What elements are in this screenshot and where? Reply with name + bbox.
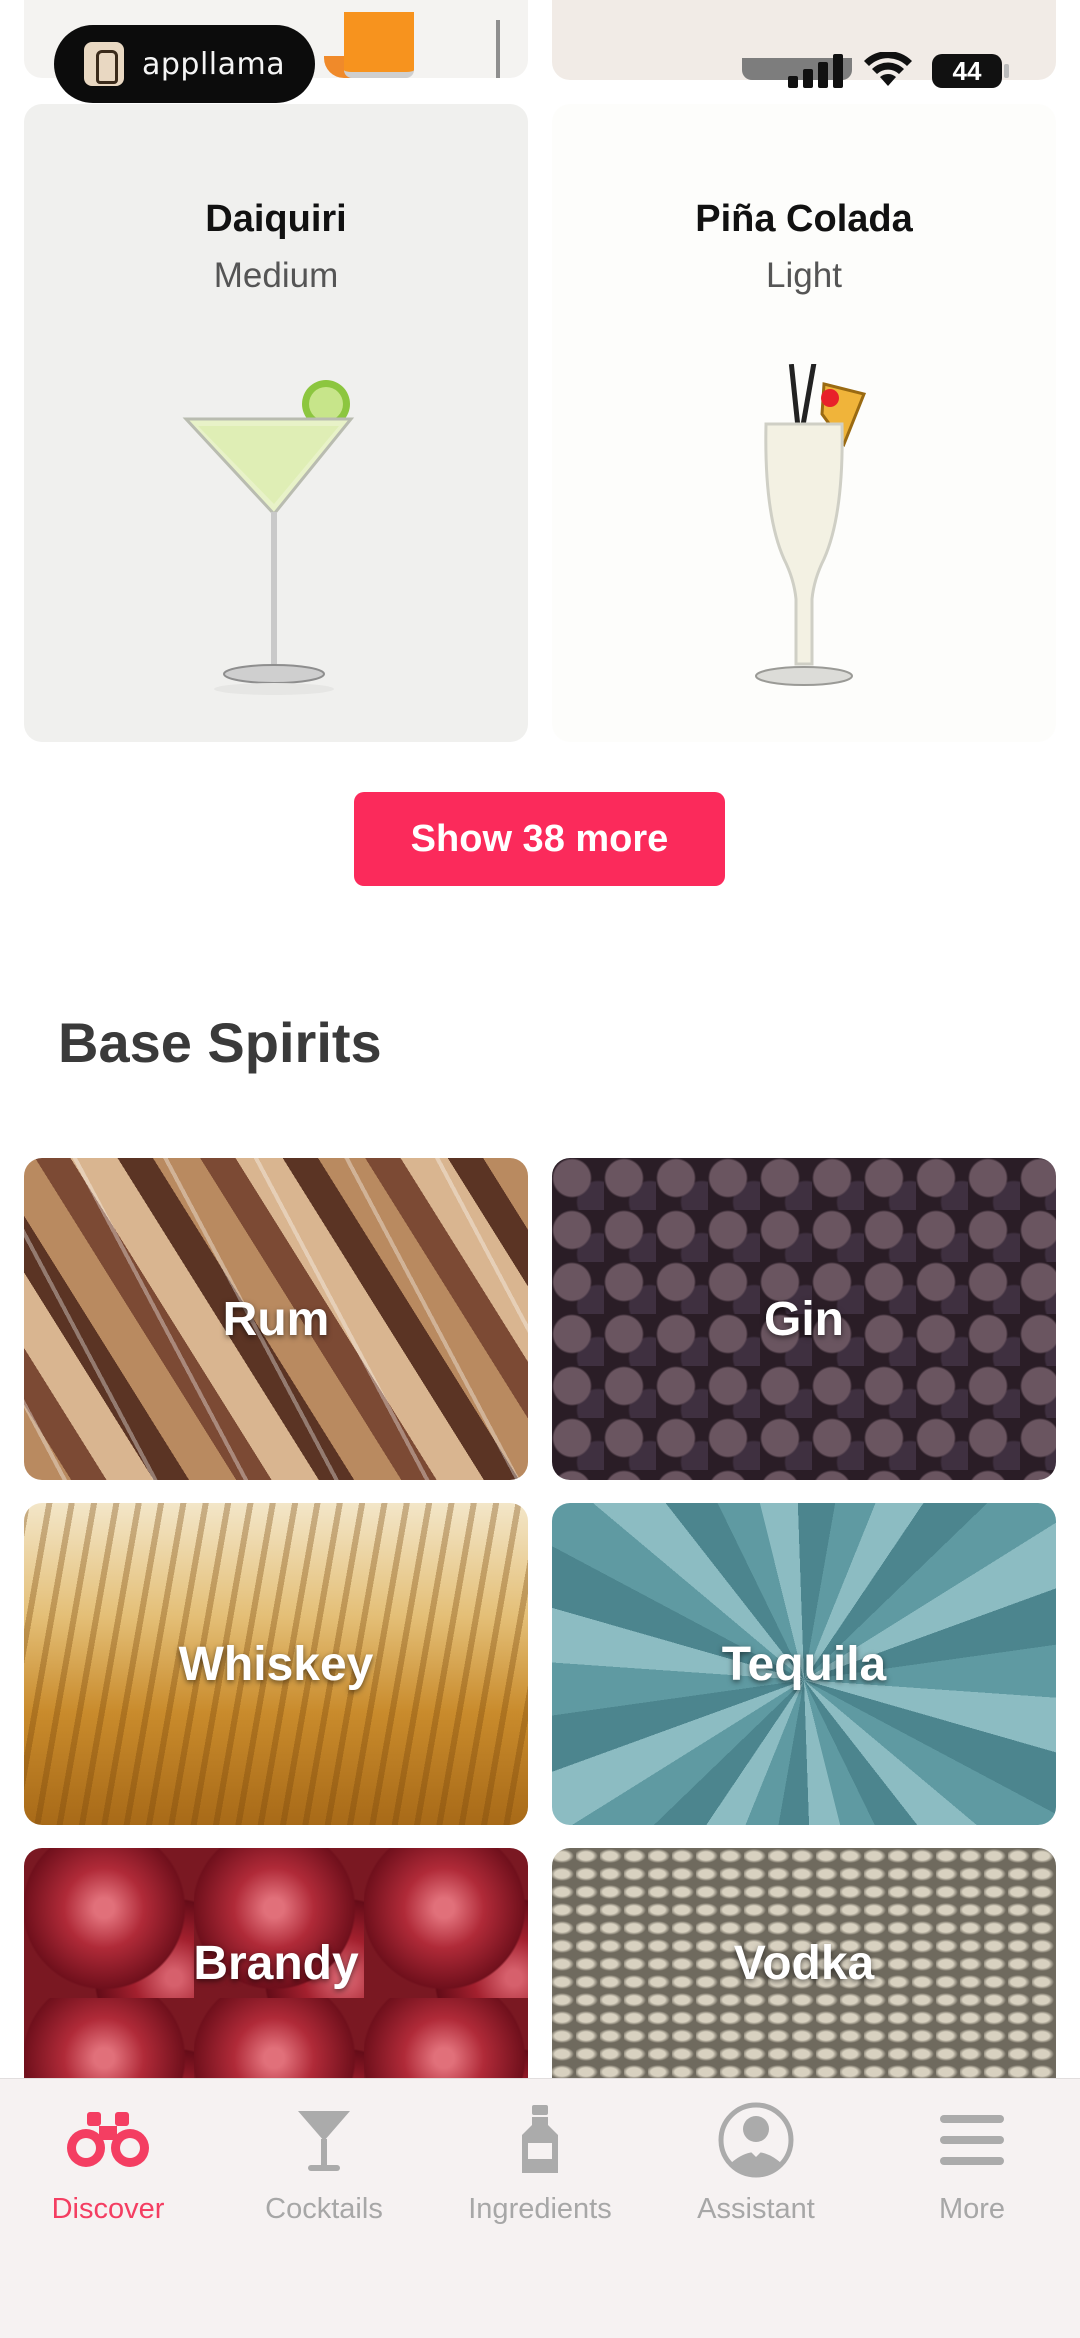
tab-discover[interactable]: Discover (0, 2101, 216, 2251)
spirit-label: Whiskey (178, 1637, 374, 1691)
bartender-icon (717, 2101, 795, 2179)
spirit-tile-rum[interactable]: Rum (24, 1158, 528, 1480)
binoculars-icon (65, 2101, 151, 2179)
spirit-tile-whiskey[interactable]: Whiskey (24, 1503, 528, 1825)
tab-more[interactable]: More (864, 2101, 1080, 2251)
spirit-tile-tequila[interactable]: Tequila (552, 1503, 1056, 1825)
cocktail-strength: Medium (213, 256, 339, 295)
cocktail-name: Piña Colada (695, 198, 913, 240)
appllama-badge: appllama (54, 25, 315, 103)
pina-colada-glass-image (552, 364, 1056, 704)
wifi-icon (864, 51, 912, 93)
hamburger-menu-icon (940, 2101, 1004, 2179)
signal-icon (788, 54, 844, 93)
spirit-tile-brandy[interactable]: Brandy (24, 1848, 528, 2078)
tab-ingredients[interactable]: Ingredients (432, 2101, 648, 2251)
tab-label: Ingredients (468, 2193, 612, 2225)
tab-label: Assistant (697, 2193, 815, 2225)
section-title-base-spirits: Base Spirits (58, 1011, 382, 1074)
show-more-button[interactable]: Show 38 more (354, 792, 725, 886)
battery-cap (1004, 64, 1009, 78)
bottle-icon (518, 2101, 562, 2179)
spirit-label: Gin (764, 1292, 844, 1346)
tab-assistant[interactable]: Assistant (648, 2101, 864, 2251)
tab-cocktails[interactable]: Cocktails (216, 2101, 432, 2251)
cocktail-strength: Light (766, 256, 842, 295)
glass-image-fragment (344, 12, 414, 78)
cocktail-glass-icon (294, 2101, 354, 2179)
spirit-tile-vodka[interactable]: Vodka (552, 1848, 1056, 2078)
spirit-tile-gin[interactable]: Gin (552, 1158, 1056, 1480)
daiquiri-glass-image (24, 364, 528, 704)
spirit-label: Brandy (193, 1936, 359, 1990)
bottom-tab-bar: Discover Cocktails Ingredients Assistant… (0, 2078, 1080, 2338)
glass-image-fragment (496, 20, 500, 78)
cocktail-name: Daiquiri (205, 198, 347, 240)
cocktail-card-daiquiri[interactable]: Daiquiri Medium (24, 104, 528, 742)
spirit-label: Vodka (733, 1936, 875, 1990)
badge-text: appllama (142, 46, 286, 82)
spirit-label: Tequila (721, 1637, 887, 1691)
tab-label: Cocktails (265, 2193, 383, 2225)
battery-indicator: 44 (932, 54, 1002, 88)
tab-label: More (938, 2193, 1006, 2225)
cocktail-card-pina-colada[interactable]: Piña Colada Light (552, 104, 1056, 742)
llama-logo-icon (84, 42, 124, 86)
spirit-label: Rum (222, 1292, 330, 1346)
tab-label: Discover (51, 2193, 165, 2225)
